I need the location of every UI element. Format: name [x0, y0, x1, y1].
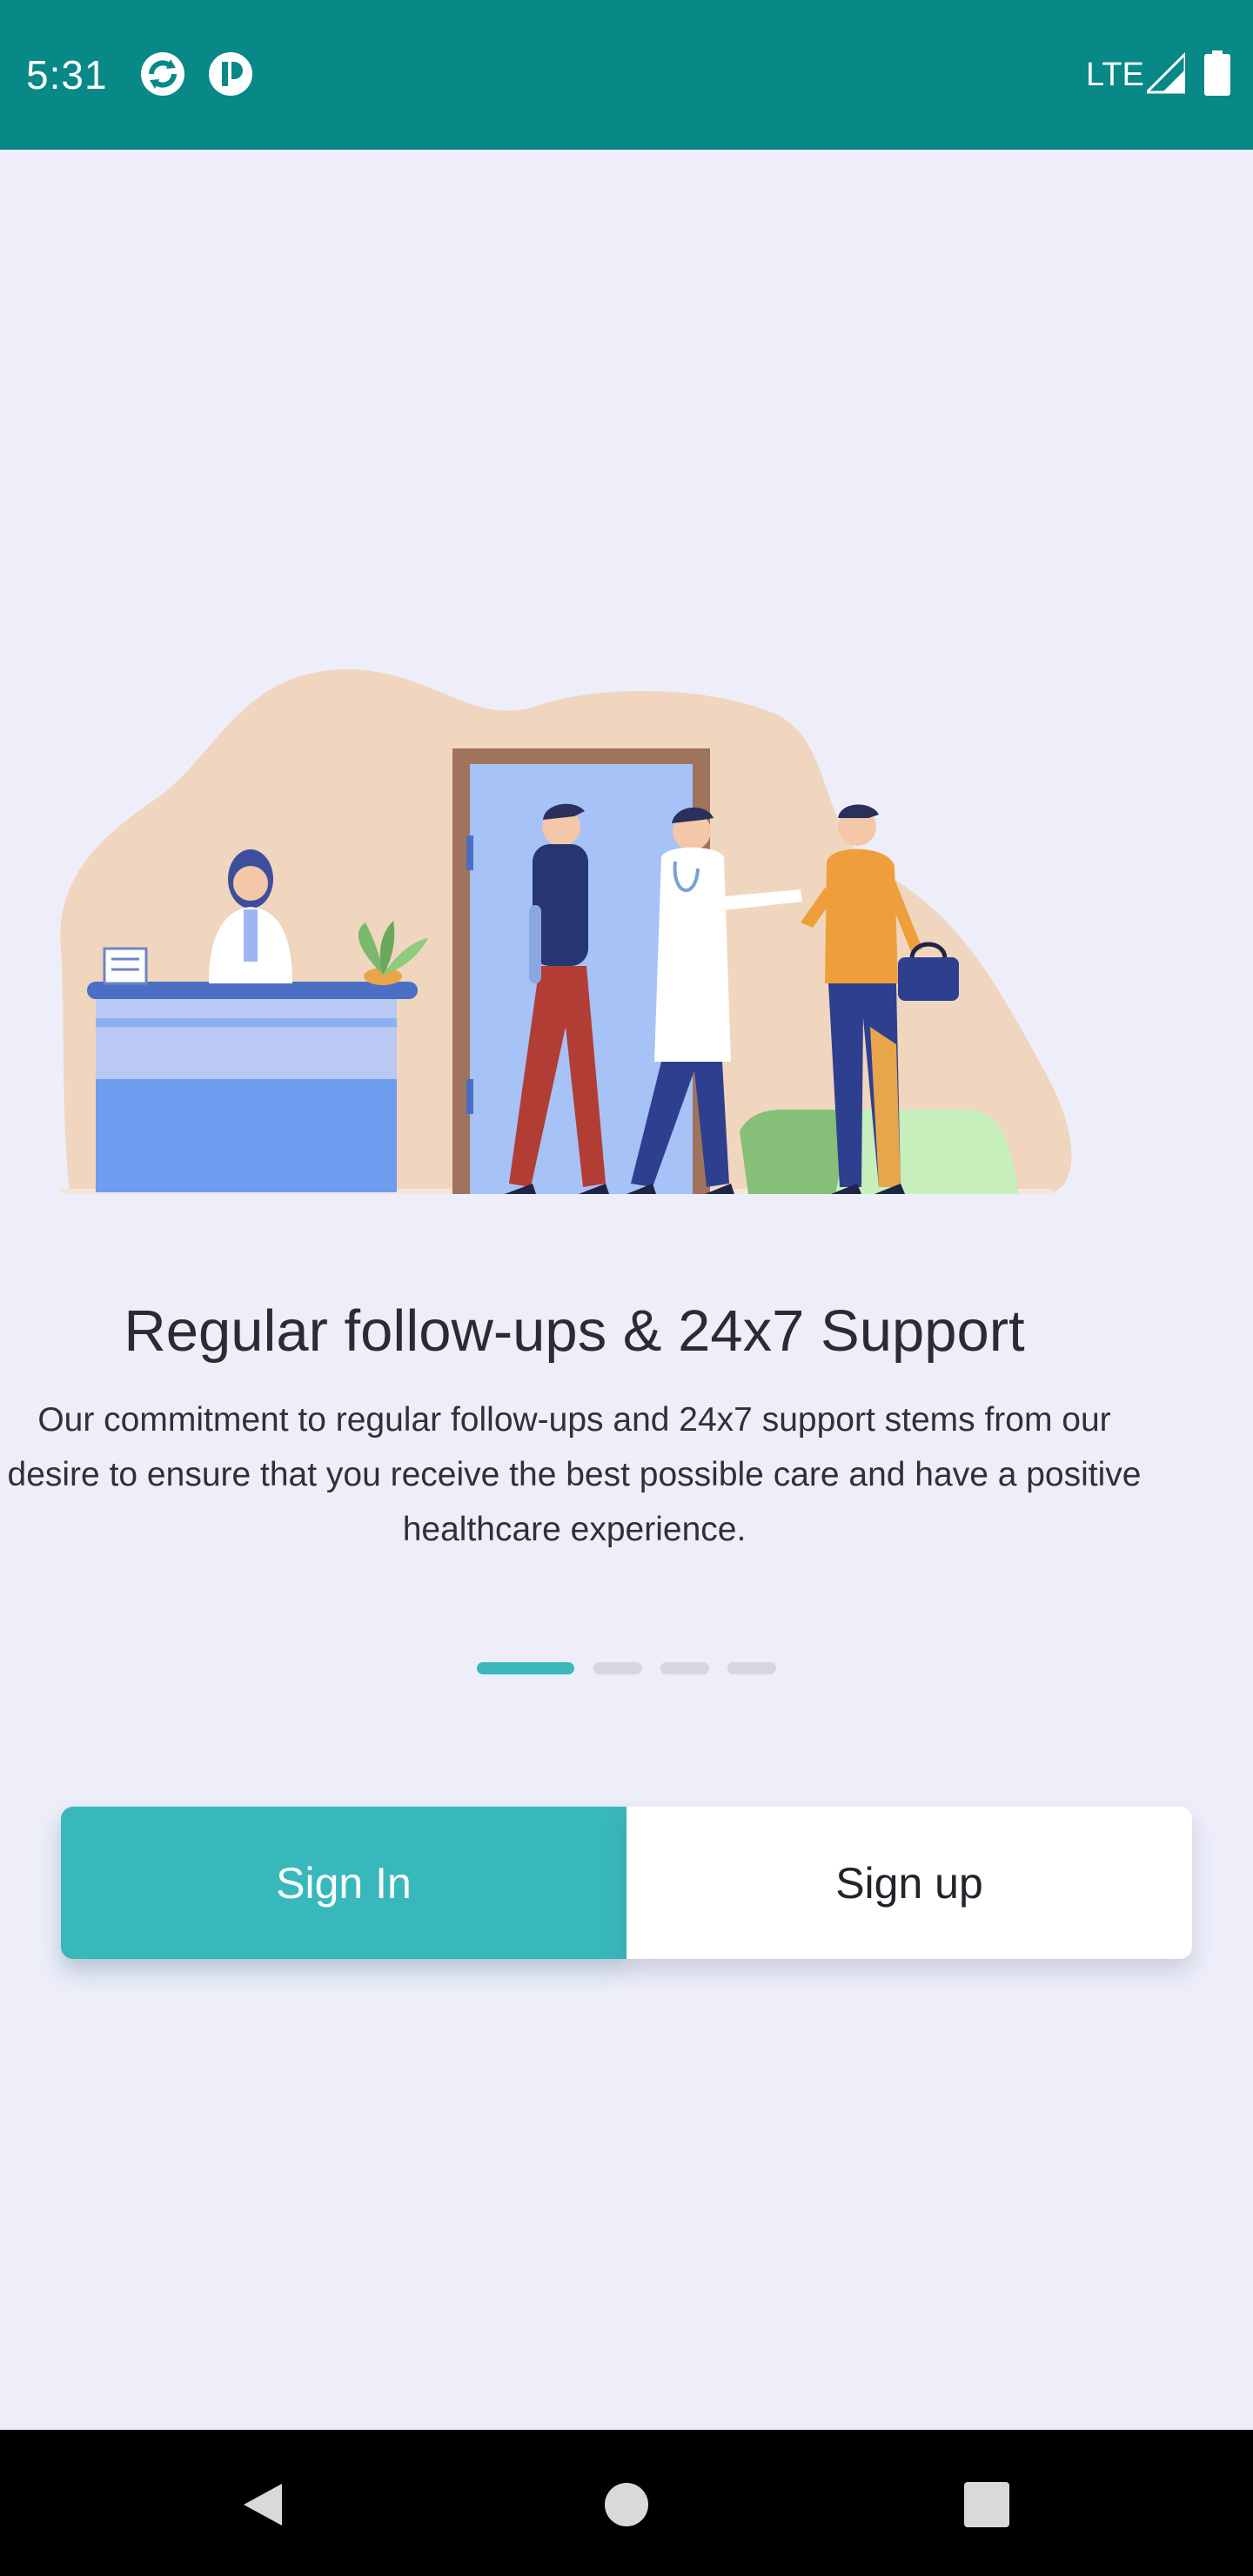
status-time: 5:31 — [26, 52, 108, 97]
page-indicator-dot[interactable] — [660, 1662, 709, 1674]
clinic-reception-illustration — [60, 669, 1072, 1194]
page-indicator-dot[interactable] — [727, 1662, 776, 1674]
app-notification-icon — [209, 52, 252, 96]
back-icon[interactable] — [226, 2470, 296, 2539]
signal-icon — [1147, 52, 1185, 94]
page-indicator-dot[interactable] — [593, 1662, 642, 1674]
status-bar: 5:31 LTE — [0, 0, 1253, 150]
onboarding-title: Regular follow-ups & 24x7 Support — [124, 1298, 1025, 1364]
recents-icon[interactable] — [952, 2470, 1022, 2539]
auth-button-group: Sign In Sign up — [61, 1807, 1192, 1959]
onboarding-description: Our commitment to regular follow-ups and… — [7, 1401, 1142, 1548]
sync-app-icon — [141, 52, 184, 96]
sign-in-button[interactable]: Sign In — [61, 1807, 626, 1959]
page-indicator — [0, 1662, 1253, 1674]
battery-icon — [1204, 50, 1230, 96]
sign-up-button[interactable]: Sign up — [626, 1807, 1192, 1959]
page-indicator-dot-active[interactable] — [477, 1662, 574, 1674]
network-type: LTE — [1086, 57, 1144, 93]
home-icon[interactable] — [592, 2470, 661, 2539]
system-navigation-bar — [0, 2430, 1253, 2576]
